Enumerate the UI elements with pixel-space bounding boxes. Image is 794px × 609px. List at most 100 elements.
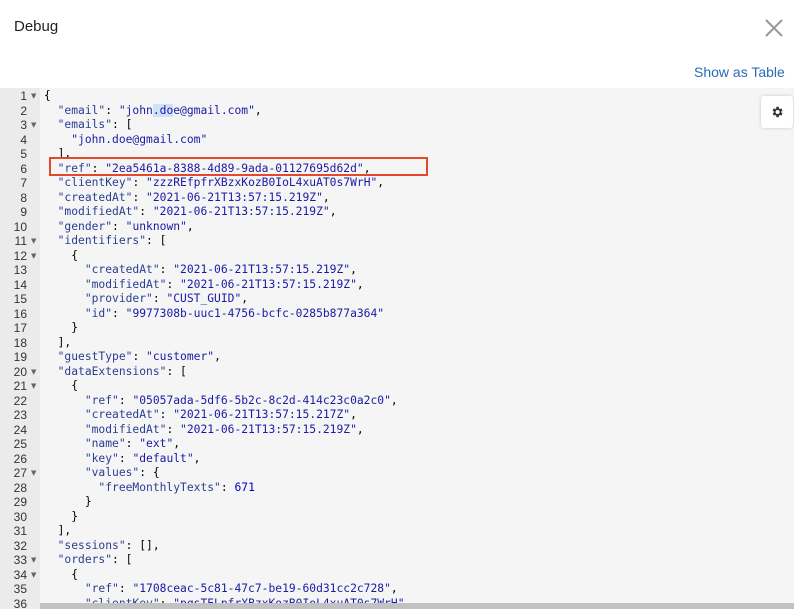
line-number: 15 [13,292,27,306]
code-line: 28 "freeMonthlyTexts": 671 [0,481,794,496]
fold-arrow-icon[interactable]: ▼ [31,379,36,394]
code-text: "ref": "05057ada-5df6-5b2c-8c2d-414c23c0… [84,393,398,407]
fold-arrow-icon[interactable]: ▼ [31,118,36,133]
code-text: "orders": [ [57,553,133,566]
show-as-table-link[interactable]: Show as Table [694,64,785,80]
line-number: 3 [20,118,27,132]
line-number: 26 [13,451,27,466]
code-text: { [71,379,79,392]
code-line: 26 "key": "default", [0,452,794,467]
line-number: 21 [13,379,27,393]
code-line: 12 ▼ { [0,249,794,264]
code-line: 34 ▼ { [0,568,794,583]
code-line: 19 "guestType": "customer", [0,350,794,365]
code-text: "modifiedAt": "2021-06-21T13:57:15.219Z"… [84,422,364,436]
code-text: } [71,509,79,523]
fold-arrow-icon[interactable]: ▼ [31,89,36,104]
code-line: 16 "id": "9977308b-uuc1-4756-bcfc-0285b8… [0,307,794,322]
fold-arrow-icon[interactable]: ▼ [31,365,36,380]
code-line: 35 "ref": "1708ceac-5c81-47c7-be19-60d31… [0,582,794,597]
code-text: "values": { [84,466,160,479]
code-line: 32 "sessions": [], [0,539,794,554]
line-number: 14 [13,277,27,292]
line-number: 25 [13,437,27,451]
line-number: 36 [13,596,27,609]
code-line: 31 ], [0,524,794,539]
code-text: "modifiedAt": "2021-06-21T13:57:15.219Z"… [57,205,337,218]
code-text: { [71,567,79,581]
code-text: "createdAt": "2021-06-21T13:57:15.217Z", [84,408,357,421]
line-number: 34 [13,567,27,582]
code-text: "provider": "CUST_GUID", [84,292,249,305]
code-text: "identifiers": [ [57,234,167,247]
code-text: "createdAt": "2021-06-21T13:57:15.219Z", [57,190,330,204]
code-line: 14 "modifiedAt": "2021-06-21T13:57:15.21… [0,278,794,293]
code-text: "id": "9977308b-uuc1-4756-bcfc-0285b877a… [84,306,385,320]
line-number: 22 [13,393,27,408]
highlight-annotation-box [49,157,428,176]
line-number: 16 [13,306,27,321]
fold-arrow-icon[interactable]: ▼ [31,234,36,249]
code-text: "sessions": [], [57,538,160,552]
line-number: 5 [20,147,27,161]
line-number: 27 [13,466,27,480]
code-line: 13 "createdAt": "2021-06-21T13:57:15.219… [0,263,794,278]
line-number: 19 [13,350,27,364]
close-icon [765,19,783,37]
code-text: } [84,495,92,508]
line-number: 29 [13,495,27,509]
code-text: "name": "ext", [84,437,181,450]
scrollbar-thumb[interactable] [40,603,794,609]
fold-arrow-icon[interactable]: ▼ [31,466,36,481]
fold-arrow-icon[interactable]: ▼ [31,568,36,583]
code-text: "key": "default", [84,451,201,465]
code-text: "clientKey": "zzzREfpfrXBzxKozB0IoL4xuAT… [57,176,385,189]
gear-icon [772,106,783,118]
code-text: "john.doe@gmail.com" [71,132,208,146]
line-number: 18 [13,335,27,350]
code-line: 30 } [0,510,794,525]
code-line: 24 "modifiedAt": "2021-06-21T13:57:15.21… [0,423,794,438]
code-line: 23 "createdAt": "2021-06-21T13:57:15.217… [0,408,794,423]
code-line: 11 ▼ "identifiers": [ [0,234,794,249]
line-number: 35 [13,582,27,596]
fold-arrow-icon[interactable]: ▼ [31,249,36,264]
line-number: 9 [20,205,27,219]
line-number: 2 [20,103,27,118]
code-text: "dataExtensions": [ [57,364,187,378]
code-line: 29 } [0,495,794,510]
line-number: 6 [20,161,27,176]
code-text: { [44,89,51,102]
code-line: 4 "john.doe@gmail.com" [0,133,794,148]
code-line: 20 ▼ "dataExtensions": [ [0,365,794,380]
code-text: ], [57,335,72,349]
horizontal-scrollbar[interactable] [40,603,794,609]
line-number: 23 [13,408,27,422]
line-number: 30 [13,509,27,524]
code-text: "gender": "unknown", [57,219,194,233]
line-number: 13 [13,263,27,277]
code-text: "freeMonthlyTexts": 671 [98,480,255,494]
code-line: 21 ▼ { [0,379,794,394]
line-number: 4 [20,132,27,147]
line-number: 33 [13,553,27,567]
code-line: 27 ▼ "values": { [0,466,794,481]
code-text: } [71,321,79,334]
line-number: 20 [13,364,27,379]
code-line: 17 } [0,321,794,336]
settings-button[interactable] [761,96,793,128]
code-line: 8 "createdAt": "2021-06-21T13:57:15.219Z… [0,191,794,206]
code-line: 9 "modifiedAt": "2021-06-21T13:57:15.219… [0,205,794,220]
line-number: 17 [13,321,27,335]
line-number: 1 [20,89,27,103]
line-number: 28 [13,480,27,495]
code-text: "createdAt": "2021-06-21T13:57:15.219Z", [84,263,357,276]
line-number: 8 [20,190,27,205]
close-button[interactable] [760,14,788,42]
code-line: 33 ▼ "orders": [ [0,553,794,568]
line-number: 31 [13,524,27,538]
code-text: "guestType": "customer", [57,350,221,363]
fold-arrow-icon[interactable]: ▼ [31,553,36,568]
code-line: 18 ], [0,336,794,351]
code-text: ], [57,524,72,537]
